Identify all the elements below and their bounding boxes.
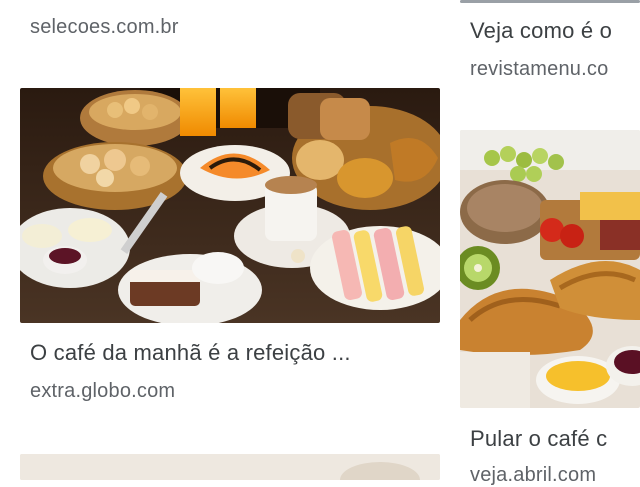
- breakfast-table-photo: [20, 88, 440, 323]
- breakfast-photo-partial: [20, 454, 440, 480]
- result-source: revistamenu.co: [470, 58, 609, 80]
- result-title: O café da manhã é a refeição ...: [30, 340, 351, 365]
- result-card-next[interactable]: [20, 454, 440, 480]
- croissant-fruit-breakfast-photo: [460, 130, 640, 408]
- result-card-revistamenu[interactable]: Veja como é o revistamenu.co: [460, 0, 640, 100]
- result-title: Veja como é o: [470, 18, 613, 43]
- result-image: [460, 0, 640, 3]
- result-source: veja.abril.com: [470, 464, 597, 486]
- result-title: Pular o café c: [470, 426, 608, 451]
- result-source: extra.globo.com: [30, 380, 176, 402]
- result-card-selecoes[interactable]: selecoes.com.br: [0, 0, 440, 60]
- result-card-extra[interactable]: O café da manhã é a refeição ... extra.g…: [20, 88, 440, 418]
- result-source: selecoes.com.br: [30, 16, 179, 38]
- result-card-veja[interactable]: Pular o café c veja.abril.com: [460, 130, 640, 486]
